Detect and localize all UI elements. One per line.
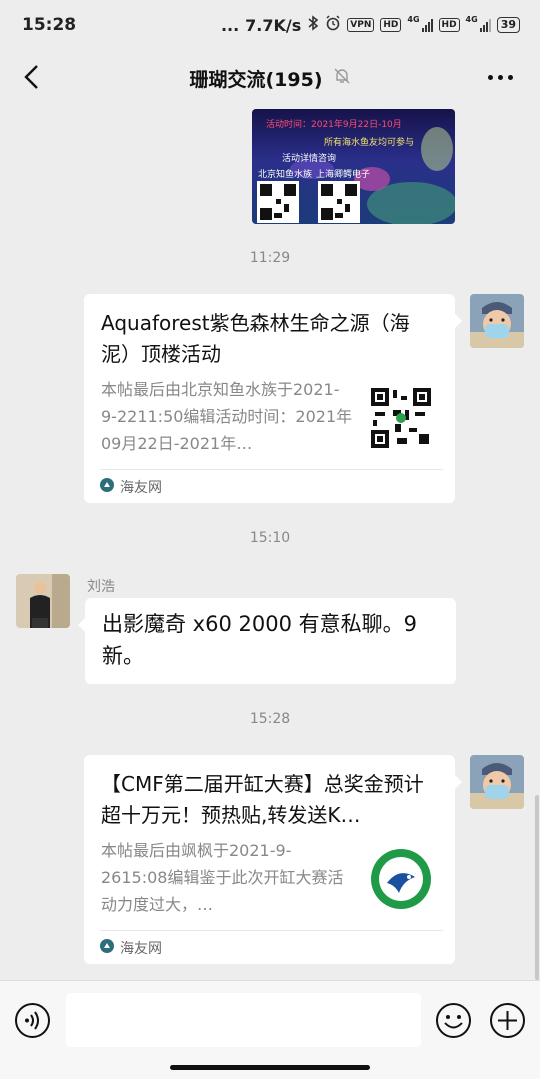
source-name: 海友网 (120, 479, 162, 496)
hd-badge-2: HD (438, 18, 460, 32)
avatar-sender[interactable] (16, 574, 70, 628)
avatar-self[interactable] (470, 294, 524, 348)
hd-badge-1: HD (380, 18, 402, 32)
status-icons: ... 7.7K/s VPN HD 4G HD 4G 39 (221, 15, 520, 35)
card-source: 海友网 (100, 930, 443, 964)
chat-header: 珊瑚交流(195) (0, 50, 540, 106)
vpn-badge: VPN (347, 18, 375, 32)
page-title: 珊瑚交流(195) (189, 68, 323, 91)
status-bar: 15:28 ... 7.7K/s VPN HD 4G HD 4G 39 (0, 0, 540, 50)
net-type-1: 4G (407, 15, 420, 24)
alarm-icon (325, 15, 341, 35)
image-text-line5: 上海卿鳄电子 (316, 170, 371, 180)
bluetooth-icon (307, 15, 319, 35)
scrollbar[interactable] (535, 795, 539, 980)
timestamp: 11:29 (249, 250, 291, 266)
avatar-image (470, 294, 524, 348)
more-options-button[interactable] (480, 62, 520, 92)
message-text: 出影魔奇 x60 2000 有意私聊。9新。 (102, 612, 417, 668)
card-source: 海友网 (100, 469, 443, 503)
title-wrap: 珊瑚交流(195) (189, 65, 350, 92)
link-card-message[interactable]: 【CMF第二届开缸大赛】总奖金预计超十万元！预热贴,转发送K… 本帖最后由飒枫于… (84, 755, 462, 964)
avatar-self[interactable] (470, 755, 524, 809)
plus-icon (490, 1003, 525, 1038)
timestamp: 15:10 (249, 530, 291, 546)
more-actions-button[interactable] (489, 1002, 526, 1039)
more-dot (487, 74, 493, 80)
voice-icon (15, 1003, 50, 1038)
status-time: 15:28 (22, 15, 77, 35)
card-body: 本帖最后由飒枫于2021-9-2615:08编辑鉴于此次开缸大赛活动力度过大，… (101, 837, 439, 918)
card-body: 本帖最后由北京知鱼水族于2021-9-2211:50编辑活动时间：2021年09… (101, 376, 439, 457)
network-speed: 7.7K/s (245, 15, 302, 35)
image-text-line1: 活动时间：2021年9月22日-10月 (266, 120, 402, 130)
image-message[interactable]: 活动时间：2021年9月22日-10月 所有海水鱼友均可参与 活动详情咨询 北京… (252, 109, 455, 224)
sender-name: 刘浩 (87, 579, 115, 595)
card-description: 本帖最后由飒枫于2021-9-2615:08编辑鉴于此次开缸大赛活动力度过大，… (101, 841, 344, 914)
qr-code-thumbnail (369, 386, 433, 450)
card-title: Aquaforest紫色森林生命之源（海泥）顶楼活动 (101, 311, 410, 366)
image-text-line4: 北京知鱼水族 (258, 170, 313, 180)
card-title: 【CMF第二届开缸大赛】总奖金预计超十万元！预热贴,转发送K… (101, 772, 424, 827)
message-input[interactable] (66, 993, 421, 1047)
text-message[interactable]: 出影魔奇 x60 2000 有意私聊。9新。 (78, 598, 456, 684)
signal-icon-2 (479, 18, 491, 32)
home-indicator[interactable] (170, 1065, 370, 1070)
source-logo-icon (100, 938, 114, 957)
voice-input-button[interactable] (14, 1002, 51, 1039)
card-description: 本帖最后由北京知鱼水族于2021-9-2211:50编辑活动时间：2021年09… (101, 380, 353, 453)
chevron-left-icon (24, 65, 38, 89)
image-text-line2: 所有海水鱼友均可参与 (324, 138, 415, 148)
club-logo-thumbnail (371, 849, 431, 909)
image-text-line3: 活动详情咨询 (282, 154, 337, 164)
link-card-message[interactable]: Aquaforest紫色森林生命之源（海泥）顶楼活动 本帖最后由北京知鱼水族于2… (84, 294, 462, 503)
timestamp: 15:28 (249, 711, 291, 727)
status-dots: ... (220, 15, 240, 35)
avatar-image (470, 755, 524, 809)
net-type-2: 4G (465, 15, 478, 24)
back-button[interactable] (16, 62, 46, 92)
more-dot (497, 74, 503, 80)
more-dot (507, 74, 513, 80)
smiley-icon (436, 1003, 471, 1038)
signal-icon-1 (421, 18, 433, 32)
source-logo-icon (100, 477, 114, 496)
avatar-image (16, 574, 70, 628)
mute-bell-icon (333, 67, 351, 89)
emoji-button[interactable] (435, 1002, 472, 1039)
source-name: 海友网 (120, 940, 162, 957)
battery-icon: 39 (496, 17, 520, 33)
